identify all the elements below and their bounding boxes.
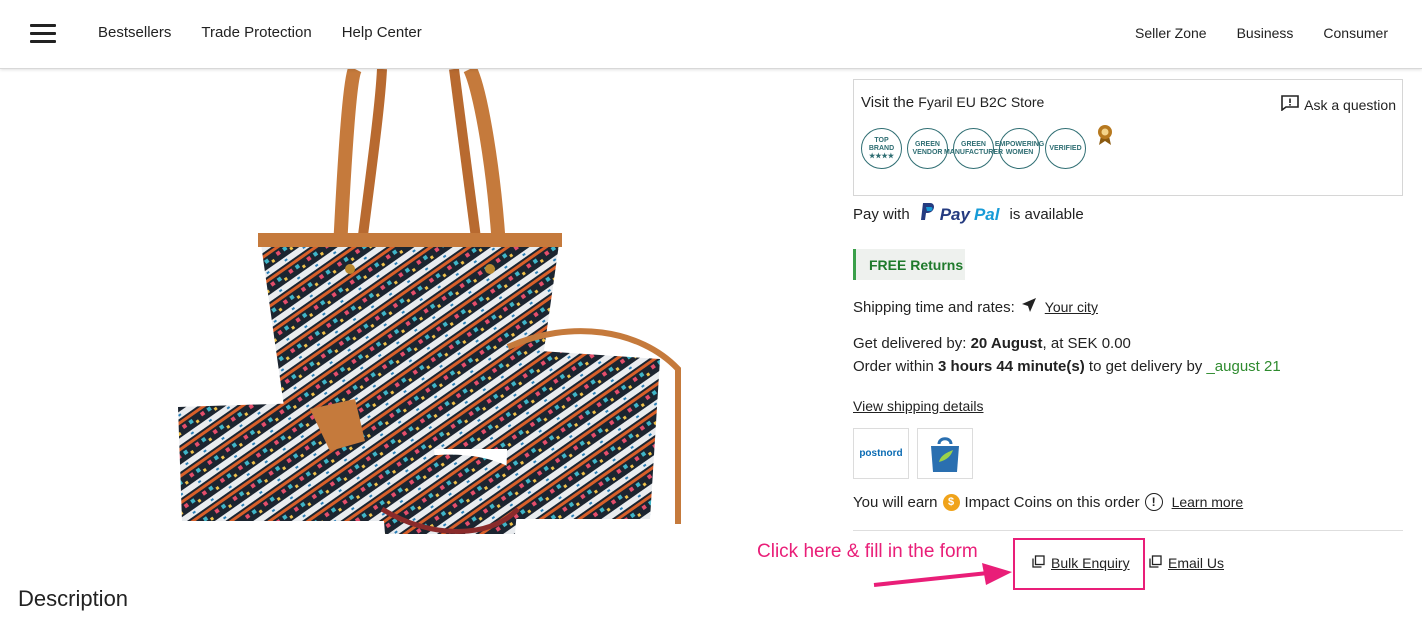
popup-window-icon [1032,555,1045,571]
nav-trade-protection[interactable]: Trade Protection [201,24,311,41]
shipping-row: Shipping time and rates: Your city [853,297,1098,317]
secondary-nav: Seller Zone Business Consumer [1135,25,1388,41]
free-returns-badge: FREE Returns [853,249,965,280]
green-vendor-badge-icon[interactable]: GREEN VENDOR [907,128,948,169]
view-shipping-details-link[interactable]: View shipping details [853,398,984,414]
delivery-date: 20 August [970,335,1043,352]
delivery-by-date: _august 21 [1206,358,1281,375]
empowering-women-badge-icon[interactable]: EMPOWERING WOMEN [995,128,1044,169]
store-panel: Visit the Fyaril EU B2C Store Ask a ques… [853,79,1403,196]
nav-help-center[interactable]: Help Center [342,24,422,41]
divider [853,530,1403,531]
store-title: Visit the Fyaril EU B2C Store [861,94,1044,111]
popup-window-icon [1149,555,1162,571]
store-badges: TOP BRAND ★★★★ GREEN VENDOR GREEN MANUFA… [861,125,1113,169]
nav-bestsellers[interactable]: Bestsellers [98,24,171,41]
paypal-brand-pal: Pal [973,204,1000,224]
annotation-arrow-icon [870,562,1016,595]
paypal-p-icon [920,202,936,227]
delivery-prefix: Get delivered by: [853,335,971,352]
top-brand-badge-icon[interactable]: TOP BRAND ★★★★ [861,128,902,169]
order-within-mid: to get delivery by [1084,358,1207,375]
is-available-label: is available [1009,206,1084,223]
nav-business[interactable]: Business [1237,25,1294,41]
green-manufacturer-badge-icon[interactable]: GREEN MANUFACTURER [944,128,1003,169]
your-city-link[interactable]: Your city [1045,299,1098,315]
paypal-brand-pay: Pay [939,204,970,224]
description-heading: Description [18,586,129,611]
top-navigation-bar: Bestsellers Trade Protection Help Center… [0,0,1422,69]
store-visit-prefix: Visit the [861,94,915,111]
verified-badge-icon[interactable]: VERIFIED [1045,128,1086,169]
postnord-logo: postnord [853,428,909,479]
delivery-info: Get delivered by: 20 August, at SEK 0.00… [853,332,1281,378]
coin-icon: $ [942,493,960,511]
award-ribbon-icon [1097,124,1113,151]
shipping-label: Shipping time and rates: [853,298,1015,316]
bulk-enquiry-button[interactable]: Bulk Enquiry [1032,555,1130,571]
paypal-availability: Pay with Pay Pal is available [853,202,1084,227]
ask-question-button[interactable]: Ask a question [1281,95,1396,114]
paypal-logo: Pay Pal [920,202,1000,227]
delivery-cost: , at SEK 0.00 [1042,335,1131,352]
earn-suffix: Impact Coins on this order [964,493,1140,511]
menu-icon[interactable] [30,24,56,44]
impact-coins-row: You will earn $ Impact Coins on this ord… [853,493,1243,511]
location-arrow-icon [1021,297,1037,317]
chat-question-icon [1281,95,1299,114]
learn-more-link[interactable]: Learn more [1172,494,1244,510]
bulk-enquiry-label: Bulk Enquiry [1051,555,1130,571]
annotation-text: Click here & fill in the form [757,541,978,562]
delivery-line-2: Order within 3 hours 44 minute(s) to get… [853,355,1281,378]
primary-nav: Bestsellers Trade Protection Help Center [98,24,422,41]
store-name-link[interactable]: Fyaril EU B2C Store [918,94,1044,110]
earn-prefix: You will earn [853,493,938,511]
ask-question-label: Ask a question [1304,96,1396,113]
email-us-label: Email Us [1168,555,1225,571]
delivery-line-1: Get delivered by: 20 August, at SEK 0.00 [853,332,1281,355]
order-within-prefix: Order within [853,358,939,375]
email-us-button[interactable]: Email Us [1149,555,1224,571]
pay-with-label: Pay with [853,206,910,223]
nav-seller-zone[interactable]: Seller Zone [1135,25,1207,41]
shopping-bag-icon [917,428,973,479]
nav-consumer[interactable]: Consumer [1323,25,1388,41]
info-icon[interactable]: ! [1144,493,1163,511]
product-image[interactable] [170,65,690,539]
order-countdown: 3 hours 44 minute(s) [938,358,1085,375]
postnord-label: postnord [859,448,903,459]
